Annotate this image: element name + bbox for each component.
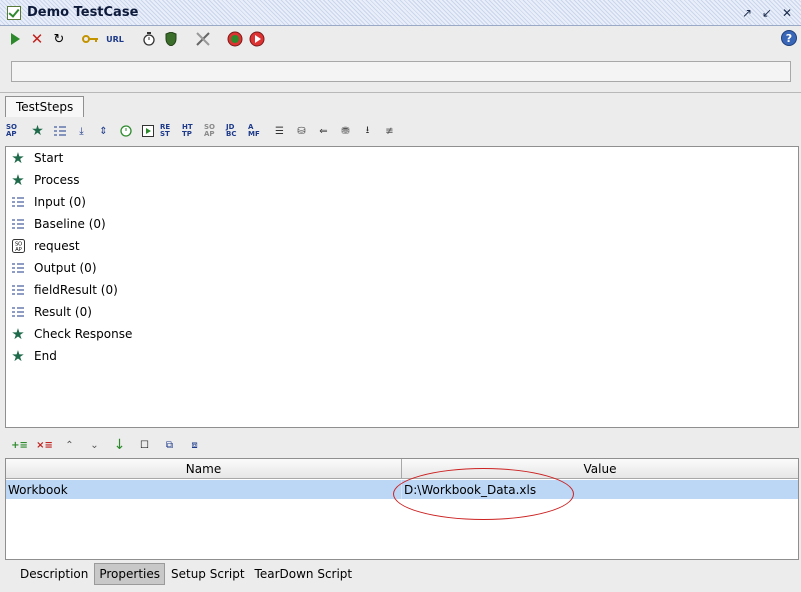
- star-icon: ★: [11, 347, 25, 365]
- test-step-label: Baseline (0): [34, 217, 106, 231]
- run-icon[interactable]: [6, 30, 24, 48]
- loop-icon[interactable]: ↻: [50, 30, 68, 48]
- list-icon: [10, 194, 26, 210]
- restore-icon[interactable]: ↙: [759, 5, 775, 21]
- tab-setup-script[interactable]: Setup Script: [167, 563, 249, 585]
- tab-teststeps[interactable]: TestSteps: [5, 96, 85, 117]
- properties-table: Name Value Workbook D:\Workbook_Data.xls: [5, 458, 799, 560]
- close-icon[interactable]: ✕: [779, 5, 795, 21]
- tab-strip: TestSteps: [5, 96, 85, 117]
- add-jdbc-step-button[interactable]: JD BC: [226, 122, 245, 140]
- test-step-label: Process: [34, 173, 80, 187]
- progress-bar: [11, 61, 791, 82]
- test-step-item[interactable]: ★ Start: [10, 148, 63, 168]
- list-icon: [10, 216, 26, 232]
- main-toolbar: ✕ ↻ URL: [0, 27, 801, 51]
- annotation-ellipse: [393, 468, 574, 520]
- star-icon: ★: [11, 171, 25, 189]
- column-header-name[interactable]: Name: [6, 459, 402, 478]
- test-steps-list: ★ Start ★ Process Input (0) Baseline (0) SO AP r…: [5, 146, 799, 428]
- load-properties-icon[interactable]: ⧉: [160, 436, 179, 454]
- tab-description[interactable]: Description: [16, 563, 92, 585]
- test-step-label: Start: [34, 151, 64, 165]
- window-controls: ↗ ↙ ✕: [739, 5, 795, 21]
- property-name-cell[interactable]: Workbook: [6, 480, 402, 499]
- test-step-item[interactable]: SO AP request: [10, 236, 80, 256]
- add-datasource-loop-icon[interactable]: ⛁: [292, 122, 311, 140]
- add-conditional-step-icon[interactable]: ≢: [380, 122, 399, 140]
- shield-icon[interactable]: [162, 30, 180, 48]
- properties-toolbar: +≡ ×≡ ⌃ ⌄ ↓ ☐ ⧉ ⧈: [10, 436, 204, 454]
- add-download-step-icon[interactable]: ⭳: [358, 122, 377, 140]
- add-http-step-button[interactable]: HT TP: [182, 122, 201, 140]
- test-step-item[interactable]: ★ Check Response: [10, 324, 132, 344]
- list-icon: [10, 260, 26, 276]
- test-step-item[interactable]: fieldResult (0): [10, 280, 118, 300]
- svg-text:AP: AP: [15, 247, 21, 253]
- test-step-label: fieldResult (0): [34, 283, 118, 297]
- add-amf-step-button[interactable]: A MF: [248, 122, 267, 140]
- add-datasink-step-icon[interactable]: ☰: [270, 122, 289, 140]
- load-test-icon[interactable]: [226, 30, 244, 48]
- test-step-label: End: [34, 349, 57, 363]
- star-icon: ★: [11, 149, 25, 167]
- cancel-icon[interactable]: ✕: [28, 30, 46, 48]
- testcase-check-icon: [7, 5, 21, 20]
- test-step-item[interactable]: ★ End: [10, 346, 57, 366]
- test-step-item[interactable]: Output (0): [10, 258, 97, 278]
- add-goto-step-icon[interactable]: ⇐: [314, 122, 333, 140]
- add-run-testcase-step-icon[interactable]: [138, 122, 157, 140]
- tools-icon[interactable]: [194, 30, 212, 48]
- add-delay-step-icon[interactable]: [116, 122, 135, 140]
- test-step-item[interactable]: Baseline (0): [10, 214, 106, 234]
- bottom-tab-bar: Description Properties Setup Script Tear…: [16, 562, 356, 586]
- test-step-label: Check Response: [34, 327, 133, 341]
- detach-icon[interactable]: ↗: [739, 5, 755, 21]
- test-step-item[interactable]: Result (0): [10, 302, 92, 322]
- title-bar: Demo TestCase ↗ ↙ ✕: [0, 0, 801, 26]
- steps-toolbar: SO AP ★ ⤓ ⇕ RE ST HT TP SO AP JD BC A MF…: [6, 120, 399, 142]
- test-step-item[interactable]: Input (0): [10, 192, 86, 212]
- add-transfer-step-icon[interactable]: ⤓: [72, 122, 91, 140]
- remove-property-icon[interactable]: ×≡: [35, 436, 54, 454]
- star-icon: ★: [11, 325, 25, 343]
- tab-teardown-script[interactable]: TearDown Script: [251, 563, 357, 585]
- sort-down-icon[interactable]: ↓: [110, 436, 129, 454]
- test-step-label: Result (0): [34, 305, 92, 319]
- move-up-icon[interactable]: ⌃: [60, 436, 79, 454]
- save-properties-icon[interactable]: ⧈: [185, 436, 204, 454]
- key-icon[interactable]: [82, 30, 100, 48]
- test-step-item[interactable]: ★ Process: [10, 170, 80, 190]
- add-rest-step-button[interactable]: RE ST: [160, 122, 179, 140]
- test-step-label: Input (0): [34, 195, 86, 209]
- add-database-step-icon[interactable]: ⛃: [336, 122, 355, 140]
- add-soap-step-button[interactable]: SO AP: [6, 122, 25, 140]
- tab-properties[interactable]: Properties: [94, 563, 165, 585]
- move-down-icon[interactable]: ⌄: [85, 436, 104, 454]
- url-button[interactable]: URL: [104, 30, 126, 48]
- add-datasource-step-icon[interactable]: ⇕: [94, 122, 113, 140]
- clear-values-icon[interactable]: ☐: [135, 436, 154, 454]
- test-step-label: request: [34, 239, 80, 253]
- security-test-icon[interactable]: [248, 30, 266, 48]
- add-groovy-step-icon[interactable]: ★: [28, 122, 47, 140]
- help-icon[interactable]: ?: [781, 30, 797, 46]
- add-mock-soap-step-button[interactable]: SO AP: [204, 122, 223, 140]
- add-property-icon[interactable]: +≡: [10, 436, 29, 454]
- soap-icon: SO AP: [10, 238, 26, 254]
- window-title: Demo TestCase: [27, 5, 139, 20]
- list-icon: [10, 304, 26, 320]
- add-properties-step-icon[interactable]: [50, 122, 69, 140]
- table-header: Name Value: [6, 459, 798, 479]
- timer-icon[interactable]: [140, 30, 158, 48]
- test-step-label: Output (0): [34, 261, 97, 275]
- list-icon: [10, 282, 26, 298]
